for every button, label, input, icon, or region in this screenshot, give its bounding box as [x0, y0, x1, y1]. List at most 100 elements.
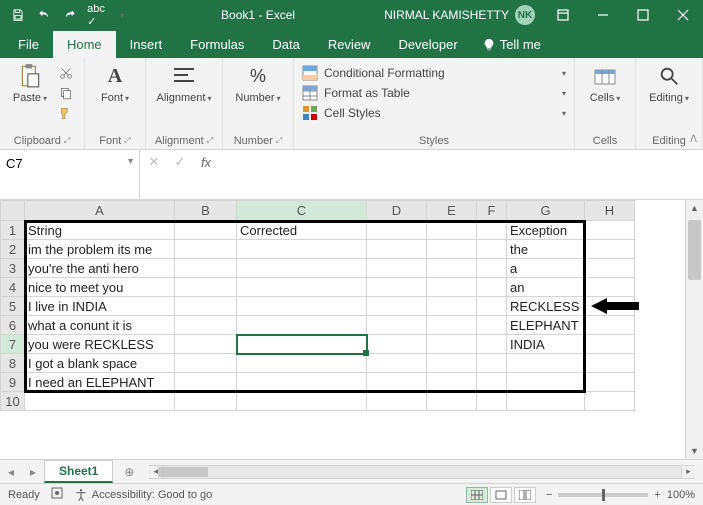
cell[interactable] [427, 354, 477, 373]
tab-home[interactable]: Home [53, 31, 116, 58]
save-button[interactable] [6, 3, 30, 27]
cell[interactable]: im the problem its me [25, 240, 175, 259]
formula-input[interactable] [226, 154, 697, 194]
alignment-dropdown[interactable]: Alignment▾ [154, 62, 214, 104]
cell[interactable] [25, 392, 175, 411]
cell[interactable] [175, 373, 237, 392]
cell[interactable] [427, 240, 477, 259]
cell[interactable] [477, 316, 507, 335]
ribbon-display-options[interactable] [543, 0, 583, 30]
column-header[interactable]: H [585, 201, 635, 221]
row-header[interactable]: 6 [1, 316, 25, 335]
cell[interactable] [585, 316, 635, 335]
number-dialog-launcher[interactable]: ⤢ [276, 136, 282, 146]
cell[interactable] [585, 240, 635, 259]
cell[interactable] [585, 373, 635, 392]
cell[interactable] [175, 354, 237, 373]
cell[interactable] [237, 278, 367, 297]
zoom-out-button[interactable]: − [546, 489, 552, 501]
scroll-right-button[interactable]: ▸ [681, 466, 695, 478]
tab-data[interactable]: Data [258, 31, 313, 58]
cell[interactable] [507, 392, 585, 411]
spellcheck-button[interactable]: abc✓ [84, 3, 108, 27]
tab-insert[interactable]: Insert [116, 31, 177, 58]
cut-button[interactable] [56, 64, 76, 82]
cell[interactable] [585, 392, 635, 411]
cell[interactable] [175, 240, 237, 259]
cell[interactable] [367, 316, 427, 335]
collapse-ribbon-button[interactable]: ᐱ [690, 134, 697, 145]
column-header[interactable]: A [25, 201, 175, 221]
name-box-input[interactable] [6, 154, 133, 172]
row-header[interactable]: 9 [1, 373, 25, 392]
cell[interactable]: an [507, 278, 585, 297]
normal-view-button[interactable] [466, 487, 488, 503]
cell[interactable] [585, 335, 635, 354]
redo-button[interactable] [58, 3, 82, 27]
tab-file[interactable]: File [4, 31, 53, 58]
cell[interactable]: the [507, 240, 585, 259]
accessibility-status[interactable]: Accessibility: Good to go [74, 488, 212, 502]
cell[interactable] [175, 278, 237, 297]
undo-button[interactable] [32, 3, 56, 27]
cells-dropdown[interactable]: Cells▾ [583, 62, 627, 104]
cell[interactable] [585, 221, 635, 240]
cell[interactable] [507, 373, 585, 392]
font-dropdown[interactable]: A Font▾ [93, 62, 137, 104]
cell[interactable] [427, 392, 477, 411]
column-header[interactable]: B [175, 201, 237, 221]
cell[interactable] [175, 259, 237, 278]
scroll-down-button[interactable]: ▼ [686, 443, 703, 459]
cell[interactable] [367, 335, 427, 354]
cell[interactable] [477, 373, 507, 392]
cell[interactable] [477, 259, 507, 278]
cell[interactable]: Exception [507, 221, 585, 240]
close-button[interactable] [663, 0, 703, 30]
format-painter-button[interactable] [56, 104, 76, 122]
tab-formulas[interactable]: Formulas [176, 31, 258, 58]
name-box-dropdown[interactable]: ▼ [126, 156, 135, 166]
cell[interactable] [367, 259, 427, 278]
row-header[interactable]: 2 [1, 240, 25, 259]
tab-developer[interactable]: Developer [384, 31, 471, 58]
vertical-scrollbar[interactable]: ▲ ▼ [685, 200, 703, 459]
row-header[interactable]: 5 [1, 297, 25, 316]
cell[interactable] [427, 316, 477, 335]
cell[interactable]: you're the anti hero [25, 259, 175, 278]
cell[interactable] [585, 354, 635, 373]
cell[interactable] [477, 392, 507, 411]
cell[interactable]: nice to meet you [25, 278, 175, 297]
cell[interactable] [585, 297, 635, 316]
cell[interactable] [585, 259, 635, 278]
number-dropdown[interactable]: % Number▾ [231, 62, 285, 104]
cell[interactable] [507, 354, 585, 373]
row-header[interactable]: 4 [1, 278, 25, 297]
copy-button[interactable] [56, 84, 76, 102]
page-break-view-button[interactable] [514, 487, 536, 503]
cell[interactable] [367, 392, 427, 411]
cell[interactable] [367, 278, 427, 297]
column-header[interactable]: E [427, 201, 477, 221]
column-header[interactable]: D [367, 201, 427, 221]
minimize-button[interactable] [583, 0, 623, 30]
cell[interactable]: RECKLESS [507, 297, 585, 316]
tell-me[interactable]: Tell me [472, 31, 551, 58]
cell[interactable]: you were RECKLESS [25, 335, 175, 354]
row-header[interactable]: 1 [1, 221, 25, 240]
cell[interactable] [237, 392, 367, 411]
column-header[interactable]: G [507, 201, 585, 221]
new-sheet-button[interactable]: ⊕ [117, 462, 141, 482]
maximize-button[interactable] [623, 0, 663, 30]
cell[interactable] [175, 316, 237, 335]
cell[interactable] [477, 297, 507, 316]
cell[interactable] [175, 221, 237, 240]
cell[interactable] [237, 316, 367, 335]
cell[interactable] [367, 221, 427, 240]
select-all-button[interactable] [1, 201, 25, 221]
accept-formula-button[interactable]: ✓ [172, 154, 188, 170]
cell[interactable] [427, 297, 477, 316]
horizontal-scrollbar[interactable]: ◂ ▸ [149, 465, 695, 479]
cell[interactable] [367, 354, 427, 373]
insert-function-button[interactable]: fx [198, 154, 214, 170]
macro-record-icon[interactable] [50, 486, 64, 503]
